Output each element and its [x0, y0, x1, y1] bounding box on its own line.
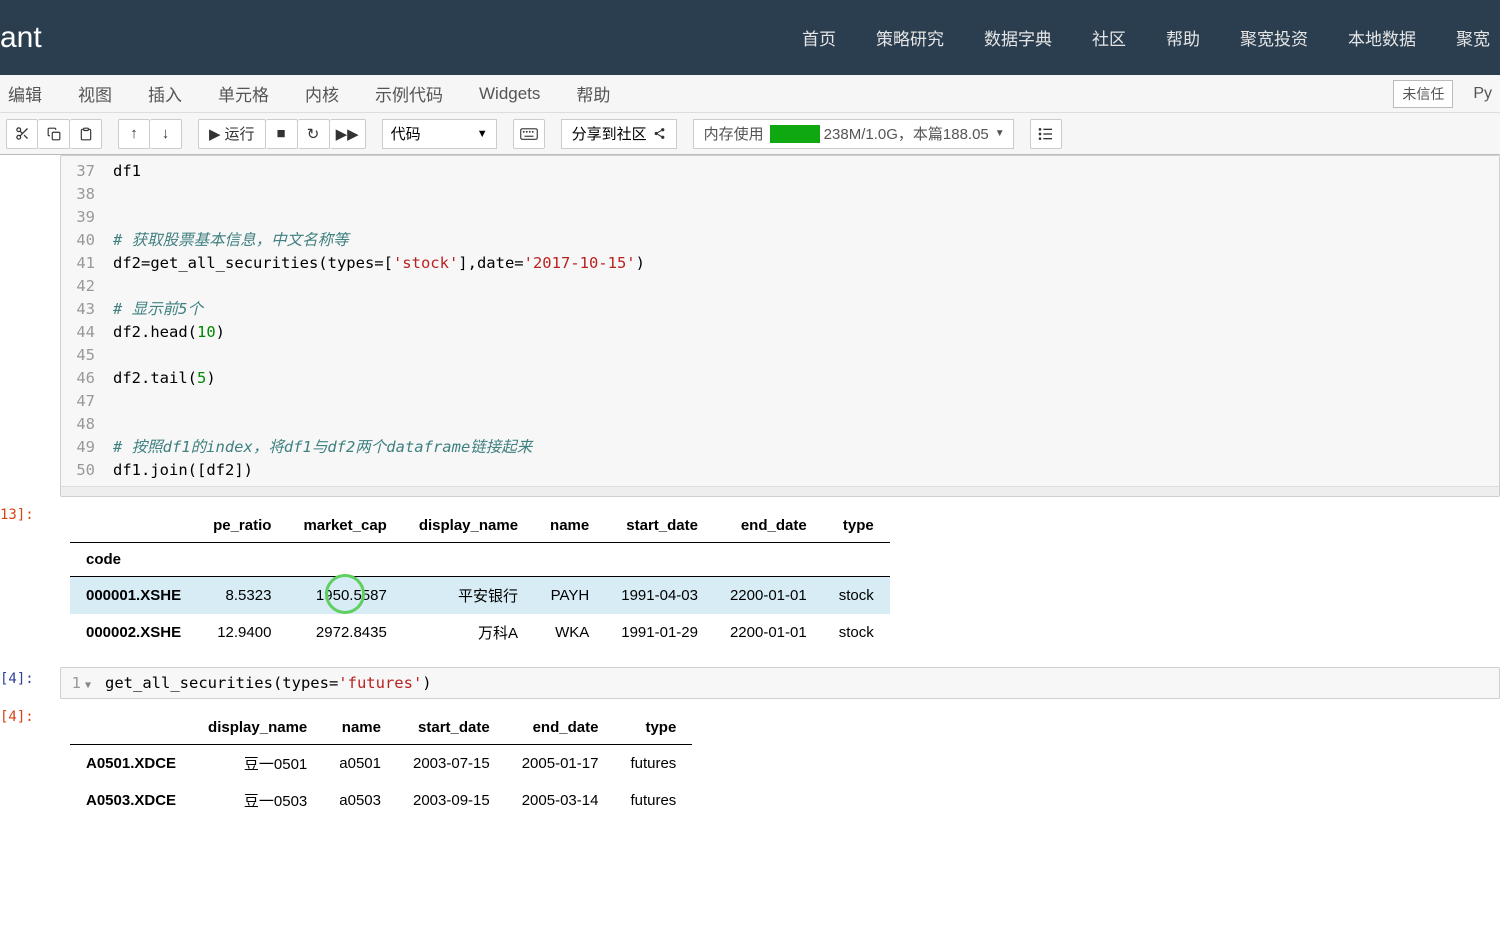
nav-jq[interactable]: 聚宽: [1456, 25, 1490, 50]
col-market_cap: market_cap: [287, 509, 402, 543]
menu-cell[interactable]: 单元格: [218, 81, 269, 106]
col-display_name: display_name: [192, 711, 323, 745]
col-start_date: start_date: [605, 509, 714, 543]
run-button[interactable]: ▶运行: [198, 119, 266, 149]
menu-view[interactable]: 视图: [78, 81, 112, 106]
paste-button[interactable]: [70, 119, 102, 149]
keyboard-button[interactable]: [513, 119, 545, 149]
nav-community[interactable]: 社区: [1092, 25, 1126, 50]
share-icon: [653, 127, 666, 140]
memory-indicator[interactable]: 内存使用 238M/1.0G，本篇188.05 ▼: [693, 119, 1014, 149]
code-content[interactable]: df1 # 获取股票基本信息，中文名称等 df2=get_all_securit…: [105, 156, 653, 486]
list-button[interactable]: [1030, 119, 1062, 149]
list-icon: [1038, 127, 1054, 141]
cut-button[interactable]: [6, 119, 38, 149]
table-row: A0503.XDCE 豆一0503 a0503 2003-09-15 2005-…: [70, 782, 692, 819]
fast-forward-icon: ▶▶: [336, 125, 359, 143]
line-gutter: 1▼: [61, 668, 101, 698]
scissors-icon: [15, 126, 30, 141]
share-button[interactable]: 分享到社区: [561, 119, 677, 149]
share-label: 分享到社区: [572, 123, 647, 144]
menu-insert[interactable]: 插入: [148, 81, 182, 106]
top-nav: ant 首页 策略研究 数据字典 社区 帮助 聚宽投资 本地数据 聚宽: [0, 0, 1500, 75]
nav-strategy[interactable]: 策略研究: [876, 25, 944, 50]
menu-help[interactable]: 帮助: [576, 81, 610, 106]
col-start_date: start_date: [397, 711, 506, 745]
index-name: code: [70, 543, 197, 577]
copy-icon: [47, 127, 61, 141]
move-down-button[interactable]: ↓: [150, 119, 182, 149]
col-type: type: [823, 509, 890, 543]
col-end_date: end_date: [714, 509, 823, 543]
row-idx: A0503.XDCE: [70, 782, 192, 819]
toolbar: ↑ ↓ ▶运行 ■ ↻ ▶▶ 代码 ▼ 分享到社区 内存使用 238M/1.0G，…: [0, 113, 1500, 155]
kernel-name: Py: [1473, 85, 1492, 103]
stop-icon: ■: [277, 125, 286, 142]
chevron-down-icon: ▼: [477, 128, 488, 140]
output-cell-4: [4]: display_name name start_date end_da…: [50, 705, 1500, 829]
nav-data-dict[interactable]: 数据字典: [984, 25, 1052, 50]
scroll-hint: [61, 486, 1499, 496]
restart-button[interactable]: ↻: [298, 119, 330, 149]
menubar: 编辑 视图 插入 单元格 内核 示例代码 Widgets 帮助 未信任 Py: [0, 75, 1500, 113]
mem-bar: [770, 125, 820, 143]
copy-button[interactable]: [38, 119, 70, 149]
nav-home[interactable]: 首页: [802, 25, 836, 50]
in-prompt: [0, 155, 10, 497]
output-table-2: display_name name start_date end_date ty…: [70, 711, 692, 819]
col-end_date: end_date: [506, 711, 615, 745]
menu-example[interactable]: 示例代码: [375, 81, 443, 106]
menu-edit[interactable]: 编辑: [8, 81, 42, 106]
trust-indicator[interactable]: 未信任: [1393, 80, 1453, 108]
code-cell[interactable]: 3738394041424344454647484950 df1 # 获取股票基…: [50, 155, 1500, 497]
cell-type-select[interactable]: 代码 ▼: [382, 119, 497, 149]
table-row: 000002.XSHE 12.9400 2972.8435 万科A WKA 19…: [70, 614, 890, 651]
menu-widgets[interactable]: Widgets: [479, 84, 540, 104]
col-pe_ratio: pe_ratio: [197, 509, 287, 543]
output-table-1: pe_ratio market_cap display_name name st…: [70, 509, 890, 651]
table-row: A0501.XDCE 豆一0501 a0501 2003-07-15 2005-…: [70, 745, 692, 783]
menu-kernel[interactable]: 内核: [305, 81, 339, 106]
stop-button[interactable]: ■: [266, 119, 298, 149]
nav-help[interactable]: 帮助: [1166, 25, 1200, 50]
caret-down-icon: ▼: [995, 128, 1005, 139]
row-idx: 000001.XSHE: [70, 577, 197, 615]
table-row: 000001.XSHE 8.5323 1950.5587 平安银行 PAYH 1…: [70, 577, 890, 615]
col-name: name: [323, 711, 397, 745]
nav-local[interactable]: 本地数据: [1348, 25, 1416, 50]
code-content[interactable]: get_all_securities(types='futures'): [101, 668, 436, 698]
cell-type-label: 代码: [391, 123, 421, 144]
col-name: name: [534, 509, 605, 543]
out-prompt-4: [4]:: [0, 705, 10, 829]
nav-invest[interactable]: 聚宽投资: [1240, 25, 1308, 50]
code-cell-4[interactable]: [4]: 1▼ get_all_securities(types='future…: [50, 667, 1500, 699]
col-type: type: [614, 711, 692, 745]
restart-icon: ↻: [307, 125, 320, 143]
row-idx: 000002.XSHE: [70, 614, 197, 651]
in-prompt-4: [4]:: [0, 667, 10, 699]
line-gutter: 3738394041424344454647484950: [61, 156, 105, 486]
mem-prefix: 内存使用: [704, 123, 764, 144]
mem-text: 238M/1.0G，本篇188.05: [824, 123, 989, 144]
keyboard-icon: [520, 128, 538, 140]
notebook: 3738394041424344454647484950 df1 # 获取股票基…: [0, 155, 1500, 829]
out-prompt-13: 13]:: [0, 503, 10, 661]
run-label: 运行: [225, 123, 255, 144]
col-display_name: display_name: [403, 509, 534, 543]
logo: ant: [0, 21, 42, 55]
nav-links: 首页 策略研究 数据字典 社区 帮助 聚宽投资 本地数据 聚宽: [802, 25, 1490, 50]
run-icon: ▶: [209, 125, 221, 143]
paste-icon: [79, 127, 93, 141]
output-cell-13: 13]: pe_ratio market_cap display_name na…: [50, 503, 1500, 661]
fast-forward-button[interactable]: ▶▶: [330, 119, 366, 149]
row-idx: A0501.XDCE: [70, 745, 192, 783]
move-up-button[interactable]: ↑: [118, 119, 150, 149]
